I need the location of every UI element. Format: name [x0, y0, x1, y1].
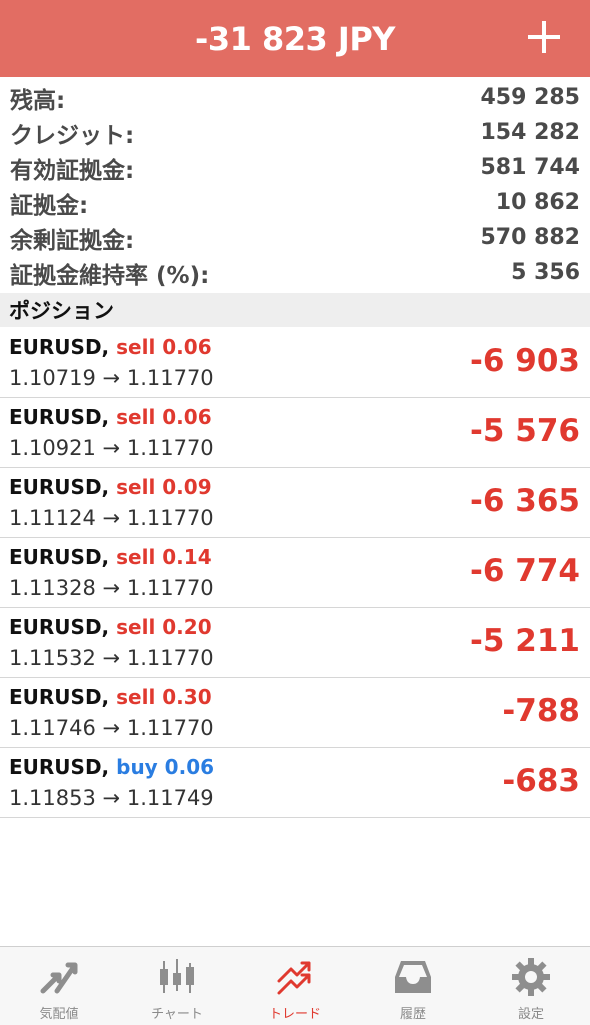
summary-value: 10 862 [495, 190, 580, 215]
account-summary: 残高: 459 285 クレジット: 154 282 有効証拠金: 581 74… [0, 80, 590, 290]
summary-label: 有効証拠金: [10, 157, 135, 184]
summary-value: 459 285 [480, 85, 580, 110]
position-side: sell 0.06 [116, 405, 212, 429]
position-symbol: EURUSD, [9, 335, 110, 359]
summary-label: 証拠金維持率 (%): [10, 262, 210, 289]
position-side: sell 0.09 [116, 475, 212, 499]
current-price: 1.11770 [126, 506, 214, 530]
settings-icon [512, 958, 550, 996]
position-row[interactable]: EURUSD, sell 0.20 1.11532 → 1.11770 -5 2… [0, 608, 590, 678]
summary-value: 570 882 [480, 225, 580, 250]
position-profit: -788 [502, 693, 580, 729]
arrow-icon: → [102, 366, 121, 390]
position-side: sell 0.14 [116, 545, 212, 569]
position-profit: -683 [502, 763, 580, 799]
open-price: 1.10921 [9, 436, 96, 460]
equity-profit-title: -31 823 JPY [195, 19, 395, 58]
position-symbol: EURUSD, [9, 615, 110, 639]
tab-label: 履歴 [399, 1007, 426, 1022]
position-row[interactable]: EURUSD, sell 0.06 1.10719 → 1.11770 -6 9… [0, 328, 590, 398]
summary-label: 残高: [10, 87, 66, 114]
open-price: 1.11328 [9, 576, 96, 600]
section-title: ポジション [9, 299, 114, 323]
history-icon [395, 961, 431, 993]
summary-label: 証拠金: [10, 192, 89, 219]
position-row[interactable]: EURUSD, sell 0.09 1.11124 → 1.11770 -6 3… [0, 468, 590, 538]
arrow-icon: → [102, 506, 121, 530]
trade-icon [277, 961, 311, 995]
tab-quotes[interactable]: 気配値 [0, 947, 118, 1025]
position-symbol: EURUSD, [9, 685, 110, 709]
position-profit: -5 576 [470, 413, 580, 449]
arrow-icon: → [102, 786, 121, 810]
current-price: 1.11770 [126, 436, 214, 460]
tab-label: チャート [151, 1007, 203, 1022]
arrow-icon: → [102, 716, 121, 740]
arrow-icon: → [102, 576, 121, 600]
tab-history[interactable]: 履歴 [354, 947, 472, 1025]
position-row[interactable]: EURUSD, sell 0.14 1.11328 → 1.11770 -6 7… [0, 538, 590, 608]
summary-label: 余剰証拠金: [10, 227, 135, 254]
summary-row-margin-level: 証拠金維持率 (%): 5 356 [0, 255, 590, 290]
current-price: 1.11770 [126, 646, 214, 670]
open-price: 1.10719 [9, 366, 96, 390]
tab-label: 気配値 [39, 1007, 79, 1022]
positions-list: EURUSD, sell 0.06 1.10719 → 1.11770 -6 9… [0, 328, 590, 818]
summary-value: 154 282 [480, 120, 580, 145]
summary-row-equity: 有効証拠金: 581 744 [0, 150, 590, 185]
position-side: buy 0.06 [116, 755, 215, 779]
position-symbol: EURUSD, [9, 475, 110, 499]
arrow-icon: → [102, 646, 121, 670]
header-bar: -31 823 JPY [0, 0, 590, 77]
summary-row-credit: クレジット: 154 282 [0, 115, 590, 150]
current-price: 1.11770 [126, 366, 214, 390]
position-row[interactable]: EURUSD, sell 0.30 1.11746 → 1.11770 -788 [0, 678, 590, 748]
tab-settings[interactable]: 設定 [472, 947, 590, 1025]
position-symbol: EURUSD, [9, 545, 110, 569]
position-side: sell 0.20 [116, 615, 212, 639]
position-symbol: EURUSD, [9, 405, 110, 429]
position-profit: -5 211 [470, 623, 580, 659]
position-profit: -6 903 [470, 343, 580, 379]
summary-label: クレジット: [10, 122, 135, 149]
tab-label: 設定 [517, 1007, 544, 1022]
summary-row-free-margin: 余剰証拠金: 570 882 [0, 220, 590, 255]
open-price: 1.11853 [9, 786, 96, 810]
position-row[interactable]: EURUSD, buy 0.06 1.11853 → 1.11749 -683 [0, 748, 590, 818]
tab-trade[interactable]: トレード [236, 947, 354, 1025]
tab-bar: 気配値 チャート トレード 履歴 設定 [0, 946, 590, 1025]
quotes-icon [40, 962, 78, 994]
open-price: 1.11746 [9, 716, 96, 740]
positions-section-header: ポジション [0, 293, 590, 327]
position-profit: -6 365 [470, 483, 580, 519]
summary-value: 581 744 [480, 155, 580, 180]
summary-value: 5 356 [511, 260, 580, 285]
summary-row-balance: 残高: 459 285 [0, 80, 590, 115]
position-side: sell 0.06 [116, 335, 212, 359]
current-price: 1.11770 [126, 576, 214, 600]
position-side: sell 0.30 [116, 685, 212, 709]
position-symbol: EURUSD, [9, 755, 110, 779]
position-row[interactable]: EURUSD, sell 0.06 1.10921 → 1.11770 -5 5… [0, 398, 590, 468]
add-order-button[interactable] [524, 17, 564, 57]
arrow-icon: → [102, 436, 121, 460]
summary-row-margin: 証拠金: 10 862 [0, 185, 590, 220]
open-price: 1.11532 [9, 646, 96, 670]
tab-chart[interactable]: チャート [118, 947, 236, 1025]
open-price: 1.11124 [9, 506, 96, 530]
current-price: 1.11749 [126, 786, 214, 810]
tab-label: トレード [268, 1007, 321, 1022]
position-profit: -6 774 [470, 553, 580, 589]
chart-icon [160, 959, 194, 993]
current-price: 1.11770 [126, 716, 214, 740]
